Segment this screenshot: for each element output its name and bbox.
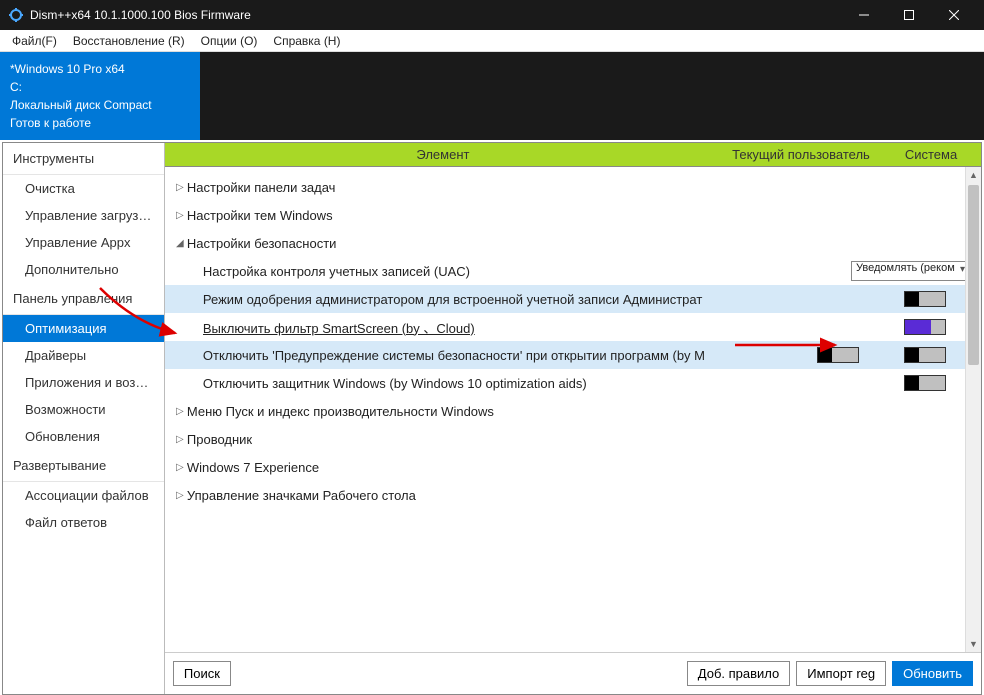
sidebar-item[interactable]: Очистка <box>3 175 164 202</box>
system-slot <box>875 319 975 335</box>
sidebar-item[interactable]: Управление загрузкой <box>3 202 164 229</box>
row-label: Режим одобрения администратором для встр… <box>203 292 705 307</box>
sidebar-item[interactable]: Управление Appx <box>3 229 164 256</box>
menu-options[interactable]: Опции (O) <box>193 32 266 50</box>
tree-group-row[interactable]: ▷Управление значками Рабочего стола <box>165 481 981 509</box>
row-label: Отключить 'Предупреждение системы безопа… <box>203 348 705 363</box>
sidebar-group-header: Панель управления <box>3 283 164 315</box>
info-bar: *Windows 10 Pro x64 C: Локальный диск Co… <box>0 52 984 140</box>
info-os: *Windows 10 Pro x64 <box>10 60 200 78</box>
chevron-down-icon[interactable]: ◢ <box>173 238 187 249</box>
menu-help[interactable]: Справка (H) <box>265 32 348 50</box>
sidebar-item[interactable]: Файл ответов <box>3 509 164 536</box>
refresh-button[interactable]: Обновить <box>892 661 973 686</box>
settings-tree: ▷Настройки панели задач▷Настройки тем Wi… <box>165 167 981 652</box>
row-label: Меню Пуск и индекс производительности Wi… <box>187 404 705 419</box>
add-rule-button[interactable]: Доб. правило <box>687 661 790 686</box>
import-reg-button[interactable]: Импорт reg <box>796 661 886 686</box>
info-dark-area <box>200 52 984 140</box>
scroll-up-icon[interactable]: ▲ <box>966 167 981 183</box>
minimize-button[interactable] <box>841 0 886 30</box>
toggle-switch[interactable] <box>817 347 859 363</box>
user-slot <box>705 347 875 363</box>
tree-item-row: Выключить фильтр SmartScreen (by 、Cloud) <box>165 313 981 341</box>
toggle-switch[interactable] <box>904 319 946 335</box>
tree-group-row[interactable]: ▷Windows 7 Experience <box>165 453 981 481</box>
row-label: Настройки панели задач <box>187 180 705 195</box>
uac-dropdown[interactable]: Уведомлять (реком <box>851 261 969 281</box>
column-header: Элемент Текущий пользователь Система <box>165 143 981 167</box>
toggle-switch[interactable] <box>904 375 946 391</box>
scroll-down-icon[interactable]: ▼ <box>966 636 981 652</box>
chevron-right-icon[interactable]: ▷ <box>173 406 187 417</box>
sidebar-group-header: Инструменты <box>3 143 164 175</box>
tree-group-row[interactable]: ▷Меню Пуск и индекс производительности W… <box>165 397 981 425</box>
main-panel: Элемент Текущий пользователь Система ▷На… <box>165 143 981 694</box>
chevron-right-icon[interactable]: ▷ <box>173 182 187 193</box>
sidebar-item[interactable]: Дополнительно <box>3 256 164 283</box>
info-disk: Локальный диск Compact <box>10 96 200 114</box>
window-title: Dism++x64 10.1.1000.100 Bios Firmware <box>30 8 841 22</box>
tree-group-row[interactable]: ◢Настройки безопасности <box>165 229 981 257</box>
chevron-right-icon[interactable]: ▷ <box>173 210 187 221</box>
system-slot <box>875 375 975 391</box>
tree-scrollbar[interactable]: ▲ ▼ <box>965 167 981 652</box>
search-button[interactable]: Поиск <box>173 661 231 686</box>
sidebar-item[interactable]: Приложения и возможнос <box>3 369 164 396</box>
row-label: Windows 7 Experience <box>187 460 705 475</box>
info-status: Готов к работе <box>10 114 200 132</box>
row-label: Отключить защитник Windows (by Windows 1… <box>203 376 705 391</box>
sidebar-item[interactable]: Ассоциации файлов <box>3 482 164 509</box>
row-label: Управление значками Рабочего стола <box>187 488 705 503</box>
menu-file[interactable]: Файл(F) <box>4 32 65 50</box>
toggle-switch[interactable] <box>904 347 946 363</box>
col-element: Элемент <box>165 147 721 162</box>
tree-group-row[interactable]: ▷Проводник <box>165 425 981 453</box>
row-label: Настройка контроля учетных записей (UAC) <box>203 264 675 279</box>
menu-recovery[interactable]: Восстановление (R) <box>65 32 193 50</box>
menu-bar: Файл(F) Восстановление (R) Опции (O) Спр… <box>0 30 984 52</box>
maximize-button[interactable] <box>886 0 931 30</box>
sidebar-item[interactable]: Драйверы <box>3 342 164 369</box>
chevron-right-icon[interactable]: ▷ <box>173 490 187 501</box>
chevron-right-icon[interactable]: ▷ <box>173 462 187 473</box>
row-label: Настройки тем Windows <box>187 208 705 223</box>
tree-group-row[interactable]: ▷Настройки тем Windows <box>165 201 981 229</box>
sidebar: ИнструментыОчисткаУправление загрузкойУп… <box>3 143 165 694</box>
system-slot <box>875 291 975 307</box>
tree-group-row[interactable]: ▷Настройки панели задач <box>165 173 981 201</box>
tree-item-row: Отключить 'Предупреждение системы безопа… <box>165 341 981 369</box>
system-slot: Уведомлять (реком <box>845 261 975 281</box>
sidebar-item[interactable]: Обновления <box>3 423 164 450</box>
sidebar-item[interactable]: Оптимизация <box>3 315 164 342</box>
info-drive: C: <box>10 78 200 96</box>
system-slot <box>875 347 975 363</box>
tree-item-row: Режим одобрения администратором для встр… <box>165 285 981 313</box>
col-current-user: Текущий пользователь <box>721 147 881 162</box>
tree-item-row: Отключить защитник Windows (by Windows 1… <box>165 369 981 397</box>
content-area: ИнструментыОчисткаУправление загрузкойУп… <box>2 142 982 695</box>
title-bar: Dism++x64 10.1.1000.100 Bios Firmware <box>0 0 984 30</box>
sidebar-item[interactable]: Возможности <box>3 396 164 423</box>
tree-item-row: Настройка контроля учетных записей (UAC)… <box>165 257 981 285</box>
sidebar-group-header: Развертывание <box>3 450 164 482</box>
close-button[interactable] <box>931 0 976 30</box>
row-label: Проводник <box>187 432 705 447</box>
chevron-right-icon[interactable]: ▷ <box>173 434 187 445</box>
col-system: Система <box>881 147 981 162</box>
app-icon <box>8 7 24 23</box>
row-label: Настройки безопасности <box>187 236 705 251</box>
toggle-switch[interactable] <box>904 291 946 307</box>
scroll-thumb[interactable] <box>968 185 979 365</box>
row-label: Выключить фильтр SmartScreen (by 、Cloud) <box>203 318 705 337</box>
footer-bar: Поиск Доб. правило Импорт reg Обновить <box>165 652 981 694</box>
